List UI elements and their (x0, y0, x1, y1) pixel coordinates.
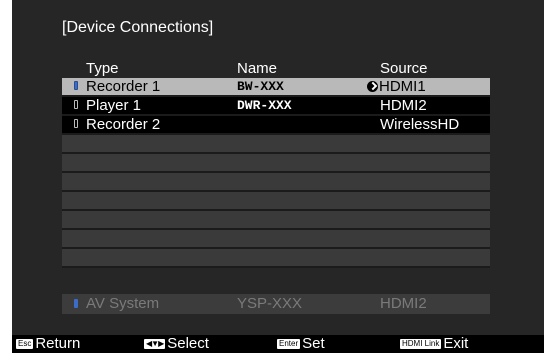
device-source: HDMI2 (380, 97, 427, 114)
device-icon (74, 100, 78, 109)
return-hint[interactable]: Esc Return (16, 335, 80, 353)
exit-label: Exit (443, 335, 469, 352)
device-name: BW-XXX (237, 79, 284, 94)
footer-bar: Esc Return ◀▼▶ Select Enter Set HDMI Link Ex… (12, 335, 544, 353)
av-system-type: AV System (86, 295, 160, 312)
exit-hint[interactable]: HDMI Link Exit (400, 335, 468, 353)
empty-row (62, 211, 490, 230)
table-header: Type Name Source (62, 59, 490, 78)
empty-row (62, 173, 490, 192)
device-source: HDMI1 (367, 78, 426, 95)
hdmi-link-key-icon: HDMI Link (400, 339, 442, 349)
column-header-source: Source (380, 60, 428, 77)
device-type: Recorder 1 (86, 78, 161, 95)
device-type: Recorder 2 (86, 116, 161, 133)
arrow-keys-icon: ◀▼▶ (144, 339, 166, 349)
device-type: Player 1 (86, 97, 142, 114)
device-row-player-1[interactable]: Player 1 DWR-XXX HDMI2 (62, 97, 490, 116)
empty-row (62, 230, 490, 249)
column-header-name: Name (237, 60, 278, 77)
device-table: Type Name Source Recorder 1 BW-XXX HDMI1… (62, 59, 490, 274)
av-system-name: YSP-XXX (237, 295, 303, 312)
device-row-recorder-2[interactable]: Recorder 2 WirelessHD (62, 116, 490, 135)
device-icon (74, 299, 78, 308)
set-hint[interactable]: Enter Set (277, 335, 325, 353)
esc-key-icon: Esc (16, 339, 34, 349)
link-icon (367, 81, 378, 92)
device-source: WirelessHD (380, 116, 460, 133)
device-name: DWR-XXX (237, 98, 292, 113)
column-header-type: Type (86, 60, 119, 77)
device-row-recorder-1[interactable]: Recorder 1 BW-XXX HDMI1 (62, 78, 490, 97)
select-hint[interactable]: ◀▼▶ Select (144, 335, 209, 353)
set-label: Set (302, 335, 325, 352)
device-icon (74, 81, 78, 90)
empty-row (62, 154, 490, 173)
device-icon (74, 119, 78, 128)
select-label: Select (167, 335, 209, 352)
av-system-row: AV System YSP-XXX HDMI2 (62, 294, 490, 314)
return-label: Return (35, 335, 81, 352)
empty-row (62, 249, 490, 268)
page-title: [Device Connections] (62, 19, 214, 36)
empty-row (62, 192, 490, 211)
av-system-source: HDMI2 (380, 295, 427, 312)
empty-row (62, 135, 490, 154)
enter-key-icon: Enter (277, 339, 301, 349)
